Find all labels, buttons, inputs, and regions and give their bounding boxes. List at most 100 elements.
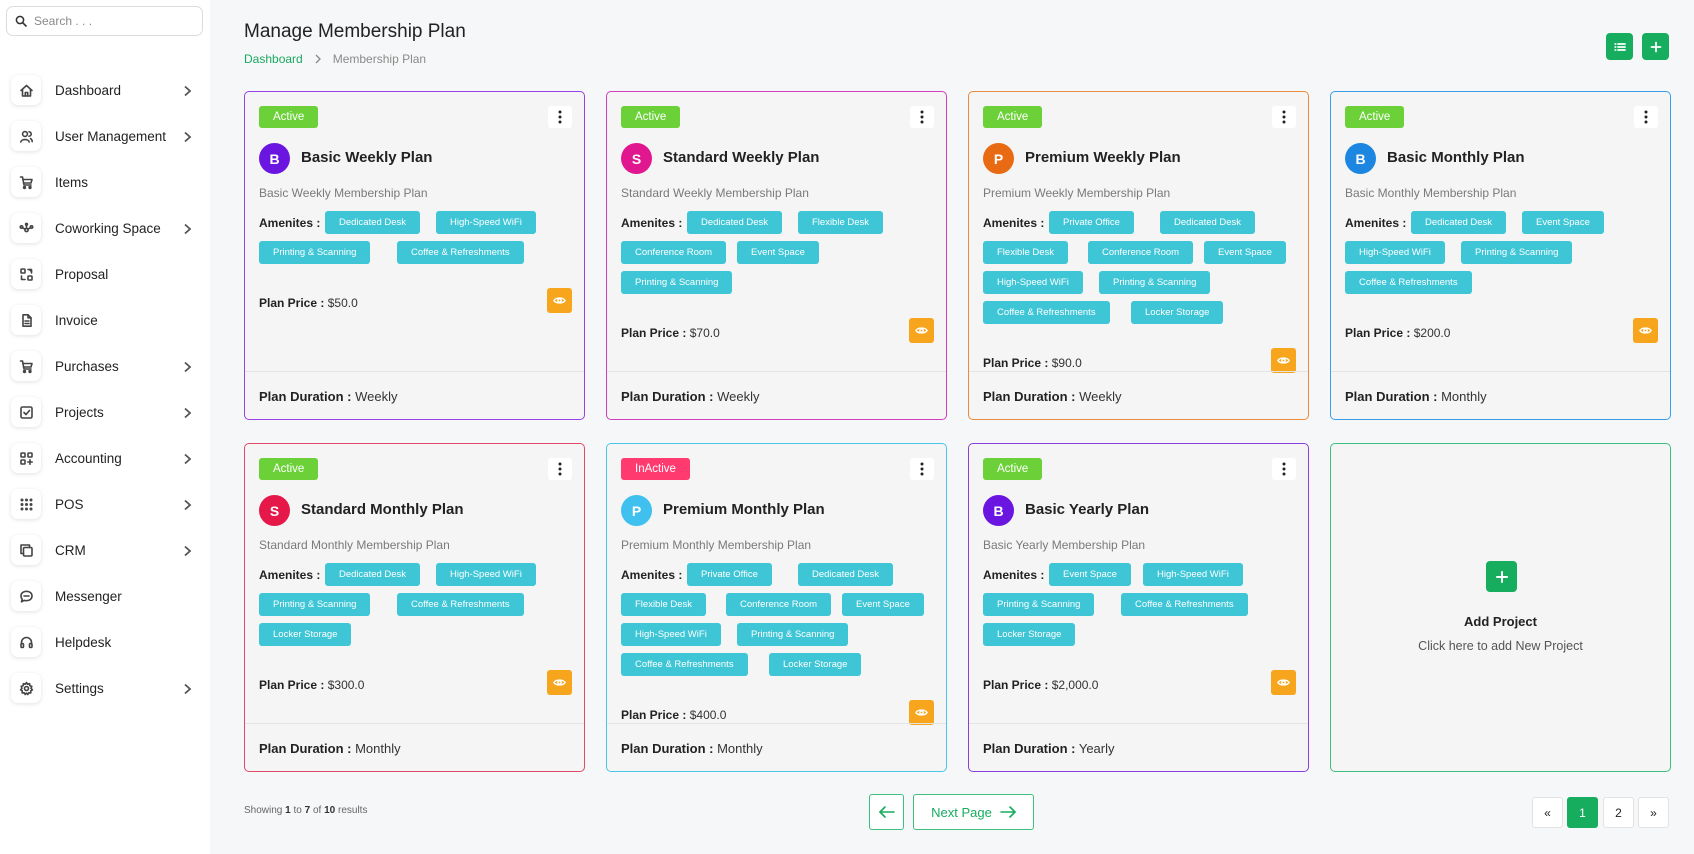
plan-duration-value: Weekly <box>717 389 760 404</box>
add-project-subtitle: Click here to add New Project <box>1418 639 1583 653</box>
sidebar-item-purchases[interactable]: Purchases <box>0 343 210 389</box>
chevron-right-icon <box>183 360 193 373</box>
status-badge: InActive <box>621 458 690 480</box>
view-plan-button[interactable] <box>1271 348 1296 373</box>
plan-duration: Plan Duration : Yearly <box>983 741 1115 756</box>
sidebar-item-proposal[interactable]: Proposal <box>0 251 210 297</box>
card-menu-button[interactable] <box>1272 458 1296 480</box>
plan-name: Basic Monthly Plan <box>1387 149 1525 166</box>
sidebar: Dashboard User Management Items Coworking S… <box>0 0 210 854</box>
sidebar-item-pos[interactable]: POS <box>0 481 210 527</box>
plan-price-label: Plan Price : <box>621 708 687 722</box>
view-plan-button[interactable] <box>1271 670 1296 695</box>
amenity-chip: Printing & Scanning <box>1099 271 1211 294</box>
plan-description: Basic Weekly Membership Plan <box>259 186 428 200</box>
more-vertical-icon <box>1282 462 1286 476</box>
plan-duration-value: Yearly <box>1078 741 1115 756</box>
plan-name: Standard Weekly Plan <box>663 149 820 166</box>
sidebar-item-messenger[interactable]: Messenger <box>0 573 210 619</box>
plan-name: Premium Monthly Plan <box>663 501 825 518</box>
sidebar-item-user-management[interactable]: User Management <box>0 113 210 159</box>
results-from: 1 <box>285 805 291 816</box>
sidebar-item-invoice[interactable]: Invoice <box>0 297 210 343</box>
chevron-right-icon <box>183 452 193 465</box>
plan-duration-label: Plan Duration : <box>983 741 1076 756</box>
plan-price: Plan Price : $2,000.0 <box>983 678 1098 692</box>
plus-icon <box>1650 41 1661 52</box>
plan-price-value: $90.0 <box>1051 356 1082 370</box>
sidebar-item-coworking-space[interactable]: Coworking Space <box>0 205 210 251</box>
add-button[interactable] <box>1642 33 1669 60</box>
pagination-page-1[interactable]: 1 <box>1567 797 1598 828</box>
plan-price-label: Plan Price : <box>1345 326 1411 340</box>
amenity-chip: Locker Storage <box>983 623 1076 646</box>
view-plan-button[interactable] <box>547 670 572 695</box>
view-plan-button[interactable] <box>1633 318 1658 343</box>
plan-duration-label: Plan Duration : <box>983 389 1076 404</box>
page-title: Manage Membership Plan <box>244 21 466 42</box>
more-vertical-icon <box>1282 110 1286 124</box>
card-divider <box>969 371 1308 372</box>
add-project-plus-button[interactable] <box>1486 561 1517 592</box>
amenity-chip: Conference Room <box>726 593 832 616</box>
plan-description: Basic Monthly Membership Plan <box>1345 186 1517 200</box>
amenity-chip: Conference Room <box>621 241 727 264</box>
sidebar-item-settings[interactable]: Settings <box>0 665 210 711</box>
cart-icon <box>11 167 41 197</box>
card-menu-button[interactable] <box>1634 106 1658 128</box>
search-icon <box>15 15 27 27</box>
plan-duration: Plan Duration : Monthly <box>1345 389 1487 404</box>
plan-duration-value: Monthly <box>717 741 763 756</box>
plan-price: Plan Price : $300.0 <box>259 678 364 692</box>
card-menu-button[interactable] <box>1272 106 1296 128</box>
previous-page-button[interactable] <box>869 794 904 830</box>
list-view-button[interactable] <box>1606 33 1633 60</box>
pagination-first[interactable]: « <box>1532 797 1563 828</box>
status-badge: Active <box>983 458 1043 480</box>
add-project-card[interactable]: Add Project Click here to add New Projec… <box>1330 443 1671 772</box>
card-menu-button[interactable] <box>910 458 934 480</box>
plan-duration-value: Weekly <box>1079 389 1122 404</box>
sidebar-item-accounting[interactable]: Accounting <box>0 435 210 481</box>
sidebar-item-helpdesk[interactable]: Helpdesk <box>0 619 210 665</box>
sidebar-item-crm[interactable]: CRM <box>0 527 210 573</box>
plan-description: Standard Monthly Membership Plan <box>259 538 450 552</box>
sidebar-item-label: Coworking Space <box>55 220 161 236</box>
search-box[interactable] <box>6 6 203 36</box>
view-plan-button[interactable] <box>547 288 572 313</box>
card-menu-button[interactable] <box>910 106 934 128</box>
chevron-right-icon <box>183 406 193 419</box>
view-plan-button[interactable] <box>909 700 934 725</box>
amenity-chip: Dedicated Desk <box>687 211 783 234</box>
amenity-chip: Coffee & Refreshments <box>1121 593 1248 616</box>
sidebar-item-label: CRM <box>55 542 86 558</box>
amenity-chip: Flexible Desk <box>621 593 707 616</box>
pagination-last[interactable]: » <box>1638 797 1669 828</box>
eye-icon <box>915 709 928 716</box>
amenity-chip: Private Office <box>687 563 772 586</box>
sidebar-item-projects[interactable]: Projects <box>0 389 210 435</box>
amenity-chip: Event Space <box>1204 241 1286 264</box>
amenity-chip: Locker Storage <box>769 653 862 676</box>
more-vertical-icon <box>558 110 562 124</box>
amenity-chip: Event Space <box>737 241 819 264</box>
sidebar-item-items[interactable]: Items <box>0 159 210 205</box>
card-menu-button[interactable] <box>548 458 572 480</box>
chevron-right-icon <box>183 84 193 97</box>
plan-duration-label: Plan Duration : <box>621 389 714 404</box>
plan-description: Standard Weekly Membership Plan <box>621 186 809 200</box>
home-icon <box>11 75 41 105</box>
plan-duration-label: Plan Duration : <box>259 389 352 404</box>
pagination-page-2[interactable]: 2 <box>1603 797 1634 828</box>
amenity-chip: High-Speed WiFi <box>436 563 536 586</box>
next-page-button[interactable]: Next Page <box>913 794 1034 830</box>
network-icon <box>11 213 41 243</box>
sidebar-item-dashboard[interactable]: Dashboard <box>0 67 210 113</box>
view-plan-button[interactable] <box>909 318 934 343</box>
search-input[interactable] <box>34 14 194 28</box>
breadcrumb-dashboard-link[interactable]: Dashboard <box>244 52 303 66</box>
plan-avatar: S <box>621 143 652 174</box>
plan-price-value: $50.0 <box>327 296 358 310</box>
status-badge: Active <box>259 458 319 480</box>
card-menu-button[interactable] <box>548 106 572 128</box>
